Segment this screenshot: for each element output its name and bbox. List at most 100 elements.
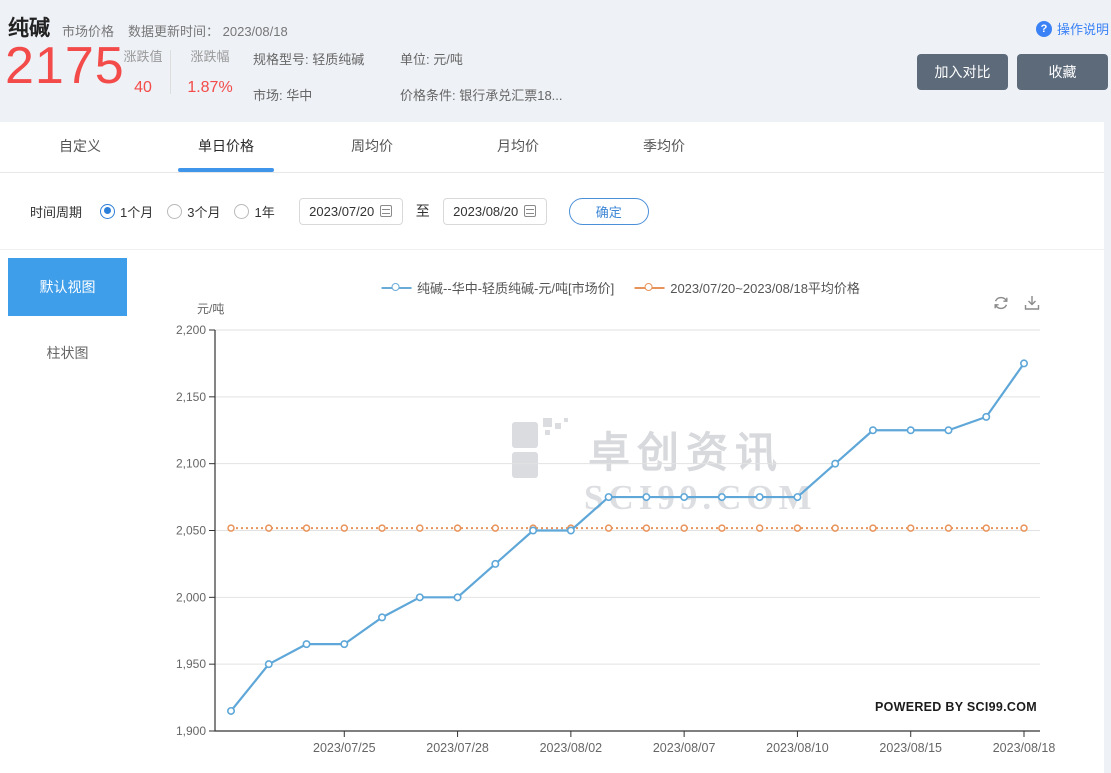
current-price: 2175 <box>5 37 125 95</box>
refresh-icon[interactable] <box>992 294 1010 312</box>
tab-daily-price[interactable]: 单日价格 <box>153 122 299 172</box>
average-marker <box>604 524 613 532</box>
favorite-button[interactable]: 收藏 <box>1017 54 1108 90</box>
spec-line: 规格型号: 轻质纯碱 <box>253 52 365 67</box>
chart-panel: 纯碱--华中-轻质纯碱-元/吨[市场价] 2023/07/20~2023/08/… <box>137 250 1104 773</box>
divider <box>170 50 171 94</box>
radio-3-month-label: 3个月 <box>187 204 221 220</box>
x-tick-label: 2023/08/07 <box>653 741 716 755</box>
price-type-tabs: 自定义 单日价格 周均价 月均价 季均价 <box>0 122 1104 173</box>
price-marker <box>415 593 424 602</box>
download-icon[interactable] <box>1023 294 1041 312</box>
chart-legend: 纯碱--华中-轻质纯碱-元/吨[市场价] 2023/07/20~2023/08/… <box>381 278 860 297</box>
time-filter-row: 时间周期 1个月 3个月 1年 2023/07/20 至 2023/08/20 … <box>0 173 1104 250</box>
end-date-value: 2023/08/20 <box>453 203 519 219</box>
powered-by-text: POWERED BY SCI99.COM <box>874 700 1037 714</box>
start-date-input[interactable]: 2023/07/20 <box>298 197 403 225</box>
sidebar-item-default-view[interactable]: 默认视图 <box>8 258 127 316</box>
legend-item-average-series[interactable]: 2023/07/20~2023/08/18平均价格 <box>634 278 860 297</box>
tab-quarterly-avg[interactable]: 季均价 <box>591 122 737 172</box>
average-marker <box>378 524 386 532</box>
price-marker <box>1019 359 1028 368</box>
x-tick-label: 2023/07/25 <box>313 741 376 755</box>
tab-monthly-avg[interactable]: 月均价 <box>445 122 591 172</box>
price-marker <box>453 593 462 602</box>
condition-line: 价格条件: 银行承兑汇票18... <box>400 88 563 103</box>
line-circle-marker-icon <box>634 282 665 294</box>
price-marker <box>717 493 726 502</box>
average-marker <box>453 524 462 532</box>
price-marker <box>604 493 613 502</box>
add-compare-button[interactable]: 加入对比 <box>917 54 1008 90</box>
legend-item-price-series[interactable]: 纯碱--华中-轻质纯碱-元/吨[市场价] <box>381 278 614 297</box>
price-marker <box>529 526 538 535</box>
price-marker <box>566 526 575 535</box>
help-label[interactable]: 操作说明 <box>1057 19 1109 38</box>
radio-icon[interactable] <box>100 203 116 219</box>
average-marker <box>944 524 953 532</box>
average-marker <box>755 524 764 532</box>
page-header: 纯碱 市场价格 数据更新时间： 2023/08/18 2175 涨跌值 40 涨… <box>0 0 1111 122</box>
x-tick-label: 2023/08/18 <box>993 741 1056 755</box>
change-pct-label: 涨跌幅 <box>190 49 230 64</box>
x-tick-label: 2023/07/28 <box>426 741 489 755</box>
tab-weekly-avg[interactable]: 周均价 <box>299 122 445 172</box>
change-value-block: 涨跌值 40 <box>118 46 168 97</box>
price-marker <box>227 706 236 715</box>
radio-icon[interactable] <box>234 203 250 219</box>
price-marker <box>831 459 840 468</box>
average-marker <box>227 524 235 532</box>
question-icon[interactable]: ? <box>1035 20 1052 37</box>
y-tick-label: 2,000 <box>176 590 206 604</box>
radio-1-month-label: 1个月 <box>120 204 154 220</box>
price-line-chart: 2,200 2,150 2,100 2,050 2,000 1,950 1,900 2023/… <box>176 323 1056 755</box>
y-tick-label: 1,950 <box>176 657 206 671</box>
meta-column-2: 单位: 元/吨 价格条件: 银行承兑汇票18... <box>400 49 563 121</box>
update-time: 数据更新时间： 2023/08/18 <box>128 21 288 40</box>
price-marker <box>378 613 387 622</box>
unit-line: 单位: 元/吨 <box>400 52 463 67</box>
update-time-value: 2023/08/18 <box>222 24 288 39</box>
average-marker <box>831 524 839 532</box>
tab-custom[interactable]: 自定义 <box>7 122 153 172</box>
chart-toolbar <box>992 294 1041 312</box>
x-tick-label: 2023/08/15 <box>879 741 942 755</box>
sidebar-item-bar-chart[interactable]: 柱状图 <box>8 338 127 368</box>
average-marker <box>340 524 349 532</box>
start-date-value: 2023/07/20 <box>309 203 375 219</box>
average-marker <box>642 524 651 532</box>
price-marker <box>340 640 349 649</box>
radio-1-year-label: 1年 <box>254 204 275 220</box>
date-range-to-label: 至 <box>415 203 430 219</box>
average-marker <box>302 524 311 532</box>
end-date-input[interactable]: 2023/08/20 <box>442 197 547 225</box>
price-marker <box>491 559 500 568</box>
confirm-button[interactable]: 确定 <box>568 197 649 225</box>
price-line <box>229 362 1026 713</box>
update-time-label: 数据更新时间： <box>128 24 220 39</box>
average-marker <box>906 524 915 532</box>
meta-column-1: 规格型号: 轻质纯碱 市场: 华中 <box>253 49 364 121</box>
price-marker <box>906 426 915 435</box>
y-tick-label: 2,200 <box>176 323 206 337</box>
average-marker <box>416 524 424 532</box>
y-tick-label: 1,900 <box>176 724 206 738</box>
radio-1-year[interactable]: 1年 <box>234 202 275 221</box>
x-tick-label: 2023/08/02 <box>540 741 603 755</box>
x-tick-label: 2023/08/10 <box>766 741 829 755</box>
average-marker <box>869 524 877 532</box>
radio-icon[interactable] <box>167 203 183 219</box>
price-marker <box>302 640 311 649</box>
y-tick-label: 2,100 <box>176 457 206 471</box>
calendar-icon[interactable] <box>380 205 393 217</box>
calendar-icon[interactable] <box>524 205 537 217</box>
radio-1-month[interactable]: 1个月 <box>100 202 153 221</box>
radio-3-month[interactable]: 3个月 <box>167 202 220 221</box>
help-link[interactable]: ? 操作说明 <box>1035 19 1109 38</box>
period-label: 时间周期 <box>30 204 83 220</box>
y-tick-label: 2,150 <box>176 390 206 404</box>
price-marker <box>793 493 802 502</box>
average-marker <box>982 524 990 532</box>
line-circle-marker-icon <box>381 282 412 294</box>
change-pct-value: 1.87% <box>187 79 233 96</box>
